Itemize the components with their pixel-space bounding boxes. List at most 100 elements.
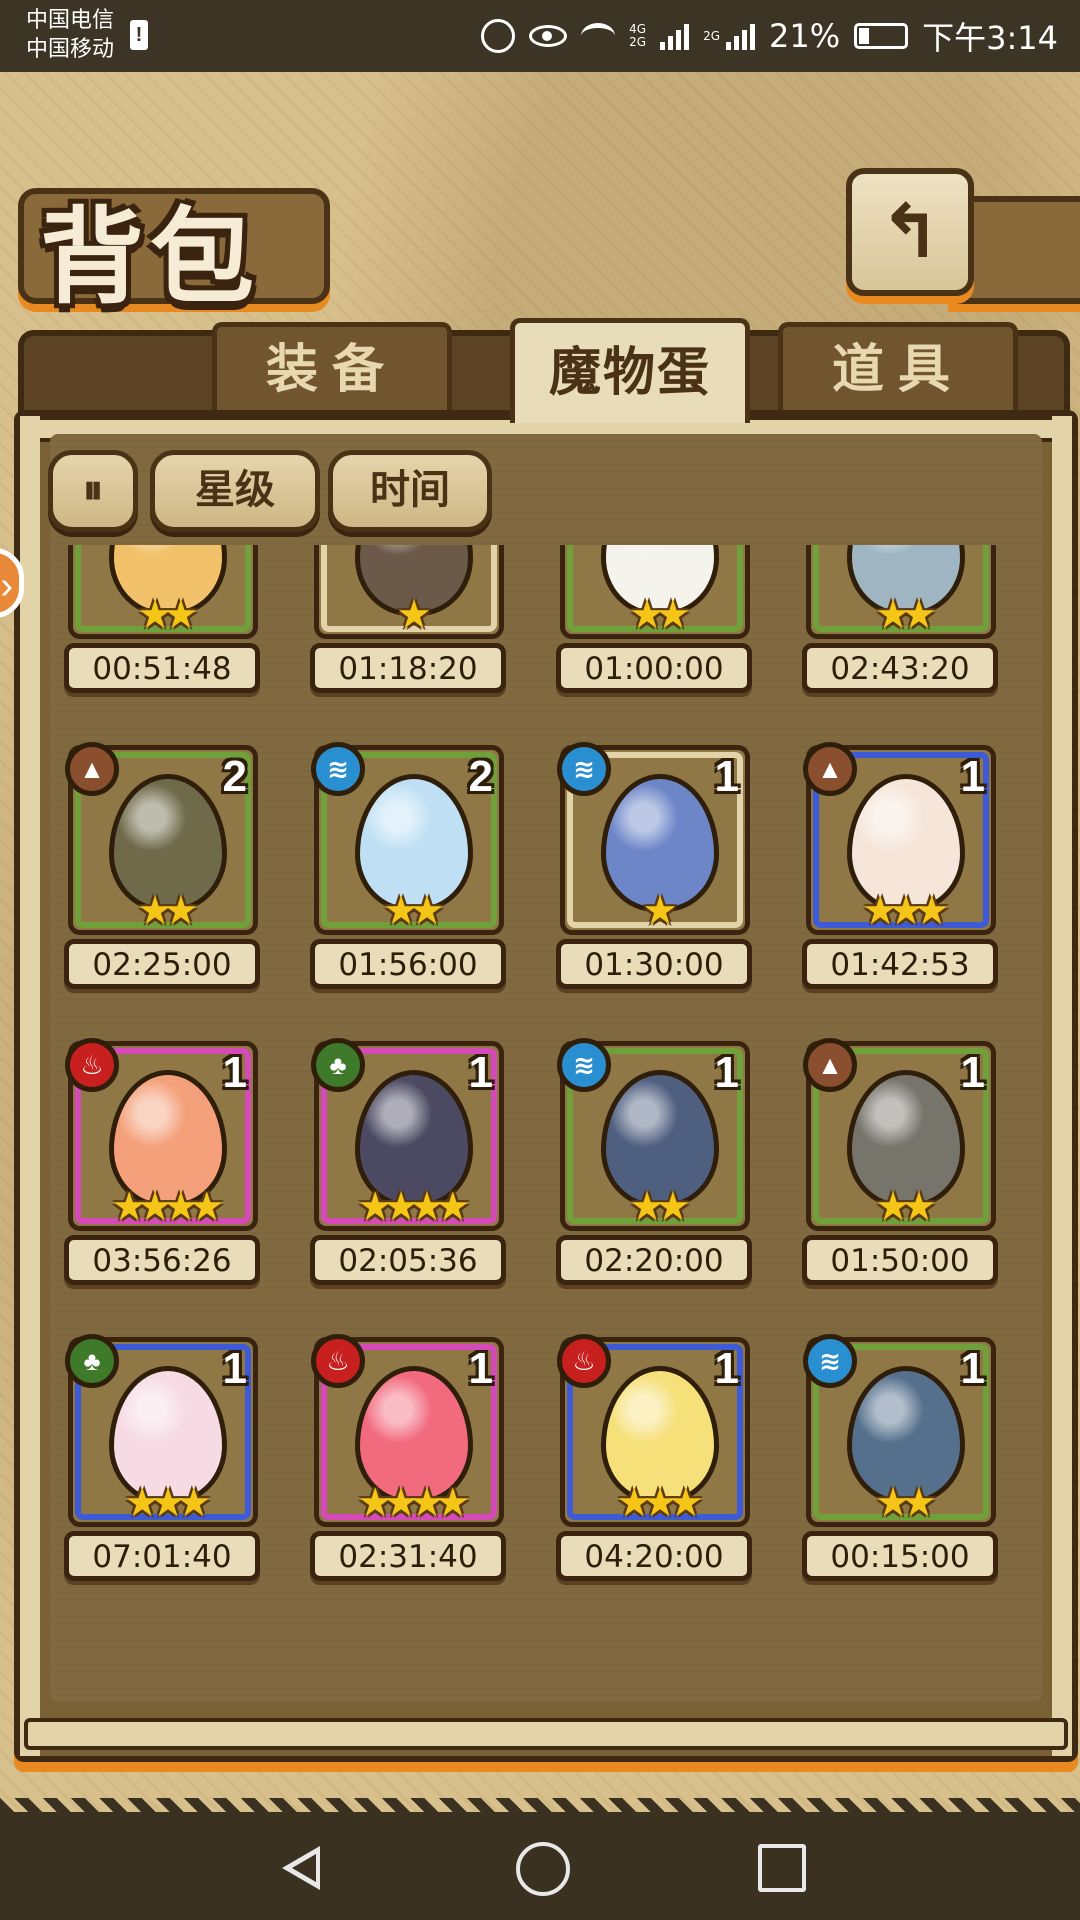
- egg-slot[interactable]: ▲ 1 ★★★ 01:42:53: [788, 733, 1030, 1029]
- sort-toggle-button[interactable]: ⏸: [48, 450, 138, 532]
- egg-count: 1: [714, 752, 739, 801]
- egg-slot[interactable]: ▲ 1 ★★ 01:50:00: [788, 1029, 1030, 1325]
- hatch-timer: 01:30:00: [556, 939, 752, 989]
- egg-slot[interactable]: ▲3★★00:51:48: [50, 545, 296, 733]
- egg-count: 1: [222, 1344, 247, 1393]
- water-element-icon: ≋: [557, 1038, 611, 1092]
- fire-element-icon: ♨: [65, 1038, 119, 1092]
- star-rating-icon: ★★: [875, 593, 937, 637]
- egg-count: 2: [222, 752, 247, 801]
- sim-alert-icon: !: [130, 20, 148, 50]
- egg-slot[interactable]: ♣ 1 ★★★ 07:01:40: [50, 1325, 296, 1621]
- nav-back-icon[interactable]: [282, 1846, 320, 1890]
- water-element-icon: ≋: [803, 1334, 857, 1388]
- star-rating-icon: ★★: [629, 1185, 691, 1229]
- net-type-1: 4G 2G: [629, 22, 647, 49]
- tab-monster-eggs[interactable]: 魔物蛋: [510, 318, 750, 423]
- fire-element-icon: ♨: [557, 1334, 611, 1388]
- hatch-timer: 03:56:26: [64, 1235, 260, 1285]
- hatch-timer: 00:51:48: [64, 643, 260, 693]
- egg-slot[interactable]: ▲1★01:18:20: [296, 545, 542, 733]
- hatch-timer: 04:20:00: [556, 1531, 752, 1581]
- egg-card[interactable]: ▲1★: [314, 545, 504, 639]
- egg-slot[interactable]: ≋ 1 ★★ 00:15:00: [788, 1325, 1030, 1621]
- back-button[interactable]: ↰: [846, 168, 974, 296]
- hatch-timer: 02:05:36: [310, 1235, 506, 1285]
- star-rating-icon: ★★: [629, 593, 691, 637]
- egg-count: 1: [222, 1048, 247, 1097]
- egg-card[interactable]: ≋2★★: [806, 545, 996, 639]
- star-rating-icon: ★★: [137, 889, 199, 933]
- return-icon: ↰: [878, 190, 941, 273]
- egg-card[interactable]: ♣1★★: [560, 545, 750, 639]
- fire-element-icon: ♨: [311, 1334, 365, 1388]
- signal-icon-2: [726, 22, 755, 50]
- hatch-timer: 02:20:00: [556, 1235, 752, 1285]
- hatch-timer: 07:01:40: [64, 1531, 260, 1581]
- hatch-timer: 01:56:00: [310, 939, 506, 989]
- egg-slot[interactable]: ♣ 1 ★★★★ 02:05:36: [296, 1029, 542, 1325]
- egg-count: 1: [960, 1344, 985, 1393]
- egg-slot[interactable]: ♨ 1 ★★★ 04:20:00: [542, 1325, 788, 1621]
- water-element-icon: ≋: [557, 742, 611, 796]
- carrier-2: 中国移动: [26, 37, 115, 62]
- egg-card[interactable]: ≋ 1 ★: [557, 742, 750, 935]
- egg-count: 1: [468, 1344, 493, 1393]
- egg-card[interactable]: ≋2★★: [311, 742, 504, 935]
- egg-count: 2: [468, 752, 493, 801]
- egg-card[interactable]: ≋ 1 ★★: [557, 1038, 750, 1231]
- egg-grid: ▲3★★00:51:48▲1★01:18:20♣1★★01:00:00≋2★★0…: [50, 545, 1030, 1621]
- star-rating-icon: ★: [396, 593, 432, 637]
- status-icons: 4G 2G 2G 21% 下午3:14: [481, 14, 1058, 58]
- eye-icon: [529, 25, 568, 47]
- sort-by-time-button[interactable]: 时间: [328, 450, 492, 532]
- egg-slot[interactable]: ♨ 1 ★★★★ 03:56:26: [50, 1029, 296, 1325]
- star-rating-icon: ★★★: [124, 1481, 212, 1525]
- egg-count: 1: [714, 1344, 739, 1393]
- egg-card[interactable]: ♣ 1 ★★★★: [311, 1038, 504, 1231]
- tab-equipment[interactable]: 装备: [212, 322, 452, 413]
- egg-card[interactable]: ♣ 1 ★★★: [65, 1334, 258, 1527]
- egg-card[interactable]: ♨ 1 ★★★★: [311, 1334, 504, 1527]
- egg-slot[interactable]: ≋ 1 ★ 01:30:00: [542, 733, 788, 1029]
- earth-element-icon: ▲: [65, 742, 119, 796]
- egg-slot[interactable]: ▲ 2 ★★ 02:25:00: [50, 733, 296, 1029]
- hatch-timer: 01:42:53: [802, 939, 998, 989]
- battery-icon: [854, 23, 909, 49]
- egg-count: 1: [468, 1048, 493, 1097]
- panel-bottom-rail: [24, 1718, 1068, 1750]
- egg-card[interactable]: ♨ 1 ★★★★: [65, 1038, 258, 1231]
- egg-card[interactable]: ▲ 1 ★★: [803, 1038, 996, 1231]
- egg-slot[interactable]: ♣1★★01:00:00: [542, 545, 788, 733]
- egg-card[interactable]: ▲3★★: [68, 545, 258, 639]
- egg-card[interactable]: ▲ 1 ★★★: [803, 742, 996, 935]
- wood-element-icon: ♣: [65, 1334, 119, 1388]
- nav-home-icon[interactable]: [516, 1842, 570, 1896]
- water-element-icon: ≋: [311, 742, 365, 796]
- hatch-timer: 01:00:00: [556, 643, 752, 693]
- clock: 下午3:14: [922, 19, 1058, 57]
- egg-slot[interactable]: ♨ 1 ★★★★ 02:31:40: [296, 1325, 542, 1621]
- egg-card[interactable]: ♨ 1 ★★★: [557, 1334, 750, 1527]
- egg-slot[interactable]: ≋ 2 ★★ 01:56:00: [296, 733, 542, 1029]
- egg-count: 1: [714, 1048, 739, 1097]
- status-bar: 中国电信 中国移动 ! 4G 2G 2G 21% 下午3:14: [0, 0, 1080, 86]
- battery-percent: 21%: [769, 17, 841, 55]
- nav-recents-icon[interactable]: [758, 1844, 806, 1892]
- egg-slot[interactable]: ≋ 1 ★★ 02:20:00: [542, 1029, 788, 1325]
- hatch-timer: 01:50:00: [802, 1235, 998, 1285]
- egg-slot[interactable]: ≋2★★02:43:20: [788, 545, 1030, 733]
- sort-by-stars-button[interactable]: 星级: [150, 450, 320, 532]
- egg-grid-viewport[interactable]: ▲3★★00:51:48▲1★01:18:20♣1★★01:00:00≋2★★0…: [50, 545, 1030, 1655]
- net-type-2: 2G: [703, 29, 720, 43]
- star-rating-icon: ★★★: [862, 889, 950, 933]
- earth-element-icon: ▲: [803, 742, 857, 796]
- hatch-timer: 00:15:00: [802, 1531, 998, 1581]
- egg-card[interactable]: ▲ 2 ★★: [65, 742, 258, 935]
- tab-items[interactable]: 道具: [778, 322, 1018, 413]
- wood-element-icon: ♣: [311, 1038, 365, 1092]
- star-rating-icon: ★★★★: [357, 1185, 470, 1229]
- egg-card[interactable]: ≋ 1 ★★: [803, 1334, 996, 1527]
- star-rating-icon: ★★: [875, 1185, 937, 1229]
- system-nav-bar: [0, 1798, 1080, 1920]
